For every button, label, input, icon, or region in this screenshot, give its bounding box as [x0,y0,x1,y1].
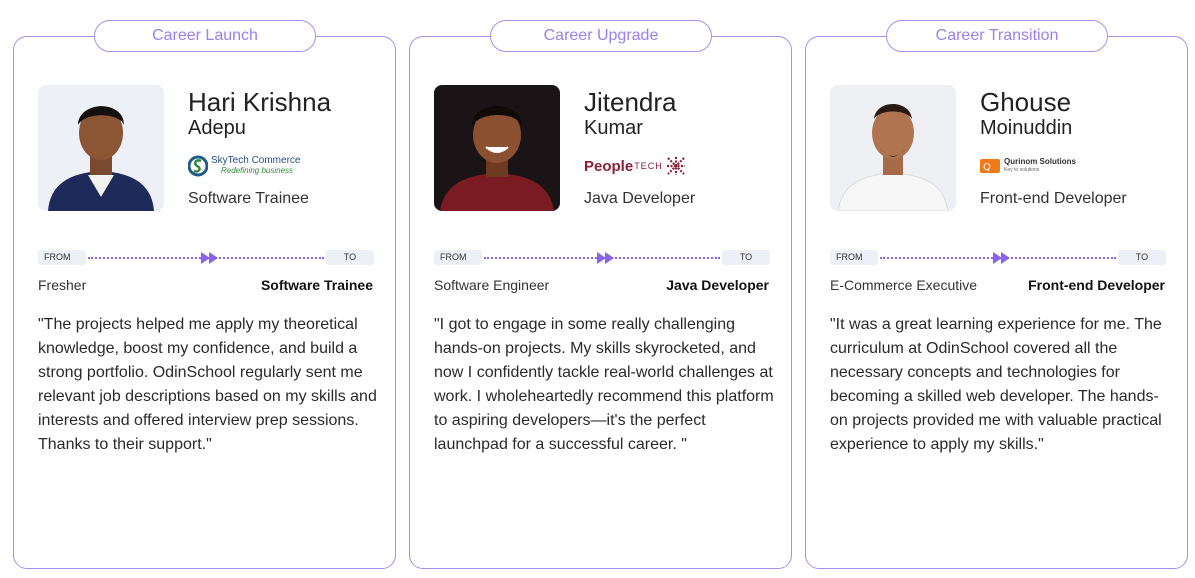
person-first-name: Hari Krishna [188,87,332,117]
from-role: E-Commerce Executive [830,277,978,293]
person-first-name: Jitendra [584,87,677,117]
logo-tagline: Key to solutions [1004,167,1040,173]
current-role: Software Trainee [188,190,309,207]
current-role: Java Developer [584,190,696,207]
testimonial-quote: "It was a great learning experience for … [830,316,1162,453]
career-tag: Career Transition [886,20,1108,52]
career-tag: Career Upgrade [490,20,712,52]
peopletech-logo: People TECH [584,152,686,180]
career-tag: Career Launch [94,20,316,52]
to-role: Front-end Developer [1028,277,1165,293]
logo-title: Qurinom Solutions [1004,157,1076,166]
profile-photo [434,85,560,211]
double-arrow-icon [201,252,218,264]
logo-title: People [584,157,634,175]
to-label: TO [326,250,374,265]
person-first-name: Ghouse [980,87,1072,117]
qurinom-logo: Q Qurinom Solutions Key to solutions [980,152,1076,180]
to-role: Software Trainee [260,277,373,293]
current-role: Front-end Developer [980,190,1127,207]
logo-tagline: Redefining business [221,166,294,175]
peopletech-icon [666,157,685,175]
from-role: Fresher [38,277,87,293]
testimonial-card: Career Launch Hari Krishna Adepu SkyTech… [13,20,396,569]
testimonial-quote: "The projects helped me apply my theoret… [38,316,377,453]
to-role: Java Developer [666,277,769,293]
from-label: FROM [38,250,86,265]
skytech-icon [188,155,208,177]
double-arrow-icon [993,252,1010,264]
from-label: FROM [830,250,878,265]
testimonial-card: Career Transition Ghouse Moinuddin Q Qur… [805,20,1188,569]
svg-text:Q: Q [983,162,991,173]
to-label: TO [1118,250,1166,265]
testimonial-quote: "I got to engage in some really challeng… [434,316,774,453]
person-last-name: Kumar [584,117,643,139]
logo-tagline: TECH [634,161,663,171]
double-arrow-icon [597,252,614,264]
profile-photo [830,85,956,211]
from-role: Software Engineer [434,277,550,293]
to-label: TO [722,250,770,265]
testimonial-card: Career Upgrade Jitendra Kumar People TEC… [409,20,792,569]
profile-photo [38,85,164,211]
from-label: FROM [434,250,482,265]
person-last-name: Adepu [188,117,246,139]
skytech-logo: SkyTech Commerce Redefining business [188,152,300,180]
person-last-name: Moinuddin [980,117,1073,139]
logo-title: SkyTech Commerce [211,155,301,166]
qurinom-icon: Q [980,159,1000,173]
